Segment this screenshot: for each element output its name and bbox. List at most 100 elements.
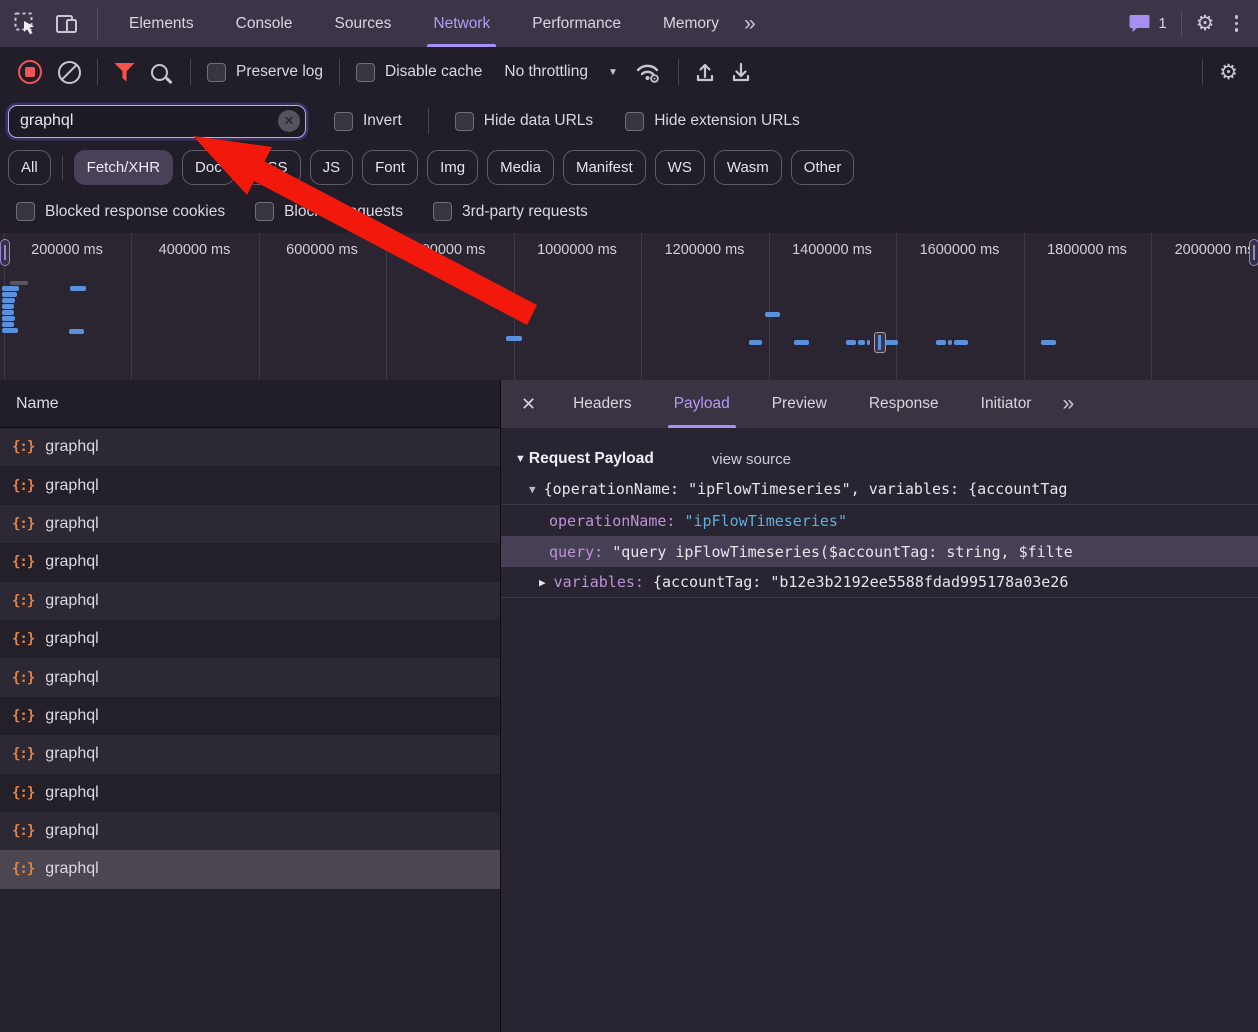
filter-input[interactable] <box>8 105 306 138</box>
type-filter-wasm[interactable]: Wasm <box>714 150 782 185</box>
request-row[interactable]: {:} graphql <box>0 428 500 466</box>
overview-gridline <box>131 233 132 380</box>
type-filter-font[interactable]: Font <box>362 150 418 185</box>
invert-checkbox[interactable] <box>334 112 353 131</box>
network-conditions-icon[interactable] <box>634 61 662 83</box>
requests-list: {:} graphql {:} graphql {:} graphql {:} … <box>0 428 500 889</box>
detail-tab-payload[interactable]: Payload <box>674 380 730 428</box>
payload-root-row[interactable]: ▼ {operationName: "ipFlowTimeseries", va… <box>501 474 1258 505</box>
request-row[interactable]: {:} graphql <box>0 543 500 581</box>
json-braces-icon: {:} <box>12 554 34 570</box>
main-tab-memory[interactable]: Memory <box>663 0 719 47</box>
overview-right-handle[interactable] <box>1249 239 1258 266</box>
overview-left-handle[interactable] <box>0 239 10 266</box>
chevron-down-icon: ▼ <box>608 67 618 78</box>
disable-cache-checkbox[interactable] <box>356 63 375 82</box>
detail-tab-preview[interactable]: Preview <box>772 380 827 428</box>
issues-message-icon[interactable] <box>1129 14 1150 33</box>
record-network-log-button[interactable] <box>18 60 42 84</box>
main-tab-elements[interactable]: Elements <box>129 0 194 47</box>
detail-tab-response[interactable]: Response <box>869 380 939 428</box>
network-settings-gear-icon[interactable]: ⚙ <box>1219 62 1238 83</box>
view-source-toggle[interactable]: view source <box>712 451 791 468</box>
divider <box>1202 59 1203 85</box>
tab-label: Preview <box>772 395 827 413</box>
type-filter-ws[interactable]: WS <box>655 150 705 185</box>
type-filter-js[interactable]: JS <box>310 150 354 185</box>
request-row[interactable]: {:} graphql <box>0 466 500 504</box>
device-toolbar-icon[interactable] <box>55 13 79 35</box>
type-filter-manifest[interactable]: Manifest <box>563 150 646 185</box>
main-tab-performance[interactable]: Performance <box>532 0 621 47</box>
json-braces-icon: {:} <box>12 785 34 801</box>
detail-tab-initiator[interactable]: Initiator <box>981 380 1032 428</box>
request-row[interactable]: {:} graphql <box>0 850 500 888</box>
type-filter-media[interactable]: Media <box>487 150 554 185</box>
type-filter-all[interactable]: All <box>8 150 51 185</box>
tab-label: Network <box>433 15 490 33</box>
overview-gridline <box>1024 233 1025 380</box>
blocked-response-cookies-checkbox[interactable] <box>16 202 35 221</box>
type-filter-img[interactable]: Img <box>427 150 478 185</box>
request-timing-bar <box>858 340 865 345</box>
third-party-requests-label: 3rd-party requests <box>462 203 588 221</box>
request-timing-bar <box>1041 340 1056 345</box>
preserve-log-checkbox[interactable] <box>207 63 226 82</box>
close-detail-icon[interactable]: ✕ <box>521 380 536 428</box>
inspect-element-icon[interactable] <box>14 12 37 35</box>
disable-cache-group: Disable cache <box>356 63 482 82</box>
filter-funnel-icon[interactable] <box>114 63 135 82</box>
main-overflow-chevrons-icon[interactable]: » <box>740 12 758 36</box>
request-row[interactable]: {:} graphql <box>0 735 500 773</box>
request-row[interactable]: {:} graphql <box>0 582 500 620</box>
name-column-header[interactable]: Name <box>0 380 500 428</box>
overview-tick-label: 1600000 ms <box>920 242 1000 258</box>
request-row[interactable]: {:} graphql <box>0 774 500 812</box>
overview-tick-label: 1400000 ms <box>792 242 872 258</box>
throttling-dropdown[interactable]: No throttling ▼ <box>504 63 617 81</box>
request-name: graphql <box>45 477 98 495</box>
request-timing-bar <box>70 286 86 291</box>
more-options-kebab-icon[interactable] <box>1229 15 1245 32</box>
json-braces-icon: {:} <box>12 861 34 877</box>
main-tab-console[interactable]: Console <box>236 0 293 47</box>
detail-overflow-chevrons-icon[interactable]: » <box>1058 392 1076 416</box>
hide-extension-urls-checkbox[interactable] <box>625 112 644 131</box>
tree-collapsed-icon[interactable]: ▶ <box>539 576 546 589</box>
json-braces-icon: {:} <box>12 593 34 609</box>
detail-tab-headers[interactable]: Headers <box>573 380 632 428</box>
request-row[interactable]: {:} graphql <box>0 812 500 850</box>
request-row[interactable]: {:} graphql <box>0 697 500 735</box>
request-row[interactable]: {:} graphql <box>0 505 500 543</box>
export-har-icon[interactable] <box>731 62 751 83</box>
request-timing-bar <box>936 340 946 345</box>
hide-data-urls-checkbox[interactable] <box>455 112 474 131</box>
payload-variables-row[interactable]: ▶ variables: {accountTag: "b12e3b2192ee5… <box>501 567 1258 598</box>
type-filter-doc[interactable]: Doc <box>182 150 235 185</box>
tree-expanded-icon[interactable]: ▼ <box>529 483 536 496</box>
main-tab-sources[interactable]: Sources <box>335 0 392 47</box>
type-filter-css[interactable]: CSS <box>244 150 301 185</box>
request-payload-section-header[interactable]: ▼ Request Payload view source <box>501 444 1258 474</box>
request-name: graphql <box>45 669 98 687</box>
type-filter-fetchxhr[interactable]: Fetch/XHR <box>74 150 173 185</box>
network-overview-timeline[interactable]: 200000 ms400000 ms600000 ms800000 ms1000… <box>0 233 1258 381</box>
request-row[interactable]: {:} graphql <box>0 658 500 696</box>
section-expanded-triangle-icon: ▼ <box>515 453 526 465</box>
third-party-requests-checkbox[interactable] <box>433 202 452 221</box>
main-tab-network[interactable]: Network <box>433 0 490 47</box>
request-row[interactable]: {:} graphql <box>0 620 500 658</box>
import-har-icon[interactable] <box>695 62 715 83</box>
request-name: graphql <box>45 438 98 456</box>
settings-gear-icon[interactable]: ⚙ <box>1196 13 1215 34</box>
blocked-requests-checkbox[interactable] <box>255 202 274 221</box>
search-icon[interactable] <box>151 64 168 81</box>
payload-operation-name-row[interactable]: operationName: "ipFlowTimeseries" <box>501 505 1258 536</box>
request-name: graphql <box>45 553 98 571</box>
payload-query-row[interactable]: query: "query ipFlowTimeseries($accountT… <box>501 536 1258 567</box>
type-filter-other[interactable]: Other <box>791 150 855 185</box>
clear-filter-icon[interactable]: ✕ <box>278 110 300 132</box>
clear-network-log-button[interactable] <box>58 61 81 84</box>
divider <box>97 59 98 85</box>
payload-preview-text: {operationName: "ipFlowTimeseries", vari… <box>544 480 1068 498</box>
